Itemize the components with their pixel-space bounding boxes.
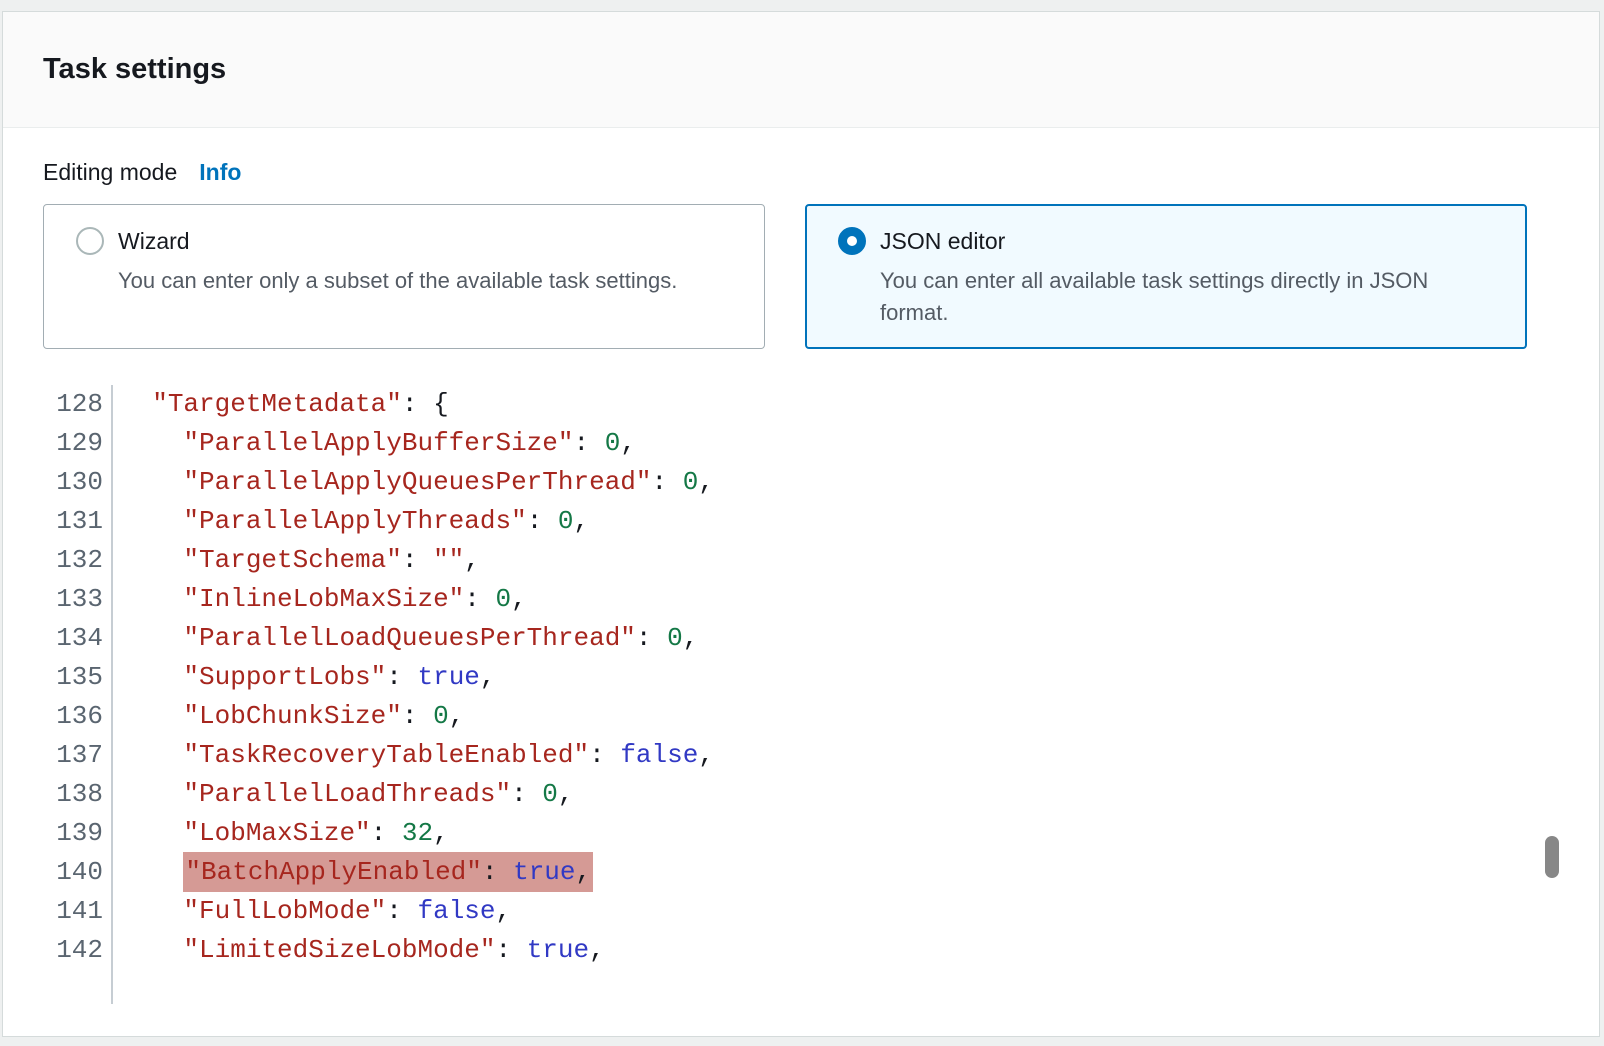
- radio-tile-wizard[interactable]: Wizard You can enter only a subset of th…: [43, 204, 765, 349]
- line-number: 138: [43, 775, 113, 814]
- line-number: 132: [43, 541, 113, 580]
- panel-body: Editing mode Info Wizard You can enter o…: [3, 128, 1599, 1004]
- info-link[interactable]: Info: [199, 158, 241, 186]
- line-number: 131: [43, 502, 113, 541]
- task-settings-panel: Task settings Editing mode Info Wizard Y…: [2, 11, 1600, 1037]
- code-line[interactable]: 134 "ParallelLoadQueuesPerThread": 0,: [43, 619, 1559, 658]
- gutter-extension: [43, 970, 113, 1004]
- code-line[interactable]: 137 "TaskRecoveryTableEnabled": false,: [43, 736, 1559, 775]
- page-title: Task settings: [43, 53, 226, 86]
- json-editor-label: JSON editor: [880, 228, 1005, 255]
- json-editor-radio[interactable]: [838, 227, 866, 255]
- line-number: 134: [43, 619, 113, 658]
- editing-mode-label: Editing mode: [43, 158, 177, 186]
- code-line[interactable]: 128 "TargetMetadata": {: [43, 385, 1559, 424]
- highlighted-code: "BatchApplyEnabled": true,: [183, 852, 593, 892]
- page: { "panel": { "title": "Task settings" },…: [0, 0, 1604, 1046]
- line-number: 130: [43, 463, 113, 502]
- line-number: 137: [43, 736, 113, 775]
- wizard-tile-header: Wizard: [76, 227, 736, 255]
- code-line[interactable]: 136 "LobChunkSize": 0,: [43, 697, 1559, 736]
- json-code-editor[interactable]: 128 "TargetMetadata": {129 "ParallelAppl…: [43, 385, 1559, 1004]
- editing-mode-options: Wizard You can enter only a subset of th…: [43, 204, 1559, 349]
- line-number: 136: [43, 697, 113, 736]
- line-number: 140: [43, 853, 113, 892]
- code-line[interactable]: 139 "LobMaxSize": 32,: [43, 814, 1559, 853]
- panel-header: Task settings: [3, 12, 1599, 128]
- code-lines: 128 "TargetMetadata": {129 "ParallelAppl…: [43, 385, 1559, 970]
- json-editor-description: You can enter all available task setting…: [880, 265, 1498, 329]
- code-line[interactable]: 130 "ParallelApplyQueuesPerThread": 0,: [43, 463, 1559, 502]
- line-number: 141: [43, 892, 113, 931]
- line-number: 129: [43, 424, 113, 463]
- code-line[interactable]: 129 "ParallelApplyBufferSize": 0,: [43, 424, 1559, 463]
- json-editor-tile-header: JSON editor: [838, 227, 1498, 255]
- wizard-label: Wizard: [118, 228, 190, 255]
- line-number: 128: [43, 385, 113, 424]
- code-line[interactable]: 140 "BatchApplyEnabled": true,: [43, 853, 1559, 892]
- code-line[interactable]: 133 "InlineLobMaxSize": 0,: [43, 580, 1559, 619]
- radio-tile-json-editor[interactable]: JSON editor You can enter all available …: [805, 204, 1527, 349]
- code-line[interactable]: 135 "SupportLobs": true,: [43, 658, 1559, 697]
- wizard-radio[interactable]: [76, 227, 104, 255]
- editing-mode-row: Editing mode Info: [43, 158, 1559, 186]
- code-line[interactable]: 131 "ParallelApplyThreads": 0,: [43, 502, 1559, 541]
- line-number: 135: [43, 658, 113, 697]
- code-line[interactable]: 132 "TargetSchema": "",: [43, 541, 1559, 580]
- line-number: 133: [43, 580, 113, 619]
- code-line[interactable]: 138 "ParallelLoadThreads": 0,: [43, 775, 1559, 814]
- line-number: 142: [43, 931, 113, 970]
- wizard-description: You can enter only a subset of the avail…: [118, 265, 736, 297]
- code-line[interactable]: 142 "LimitedSizeLobMode": true,: [43, 931, 1559, 970]
- code-line[interactable]: 141 "FullLobMode": false,: [43, 892, 1559, 931]
- scrollbar-thumb[interactable]: [1545, 836, 1559, 878]
- line-number: 139: [43, 814, 113, 853]
